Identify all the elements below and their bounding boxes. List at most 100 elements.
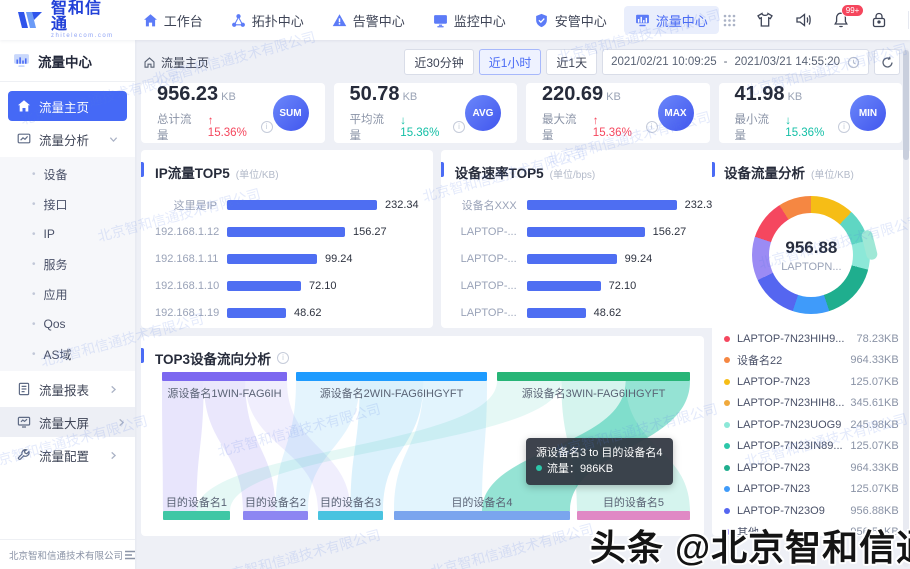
time-filter-2[interactable]: 近1天 xyxy=(546,49,597,75)
bar[interactable] xyxy=(527,227,645,237)
info-icon[interactable] xyxy=(277,352,289,364)
tooltip-title: 源设备名3 to 目的设备名4 xyxy=(536,445,663,461)
legend-device-value: 125.07KB xyxy=(850,440,898,452)
legend-device-name: LAPTOP-7N23UOG9 xyxy=(737,419,844,431)
nav-item-0[interactable]: 工作台 xyxy=(132,6,214,34)
app-logo[interactable]: 智和信通 zhitelecom.com xyxy=(0,1,124,39)
bar[interactable] xyxy=(527,200,677,210)
bar[interactable] xyxy=(527,254,617,264)
breadcrumb[interactable]: 流量主页 xyxy=(143,54,209,71)
donut-chart[interactable]: 956.88 LAPTOPN... xyxy=(752,196,870,314)
bar-category: LAPTOP-... xyxy=(455,280,527,292)
legend-row-4[interactable]: LAPTOP-7N23UOG9245.98KB xyxy=(724,414,899,436)
sankey-target-bar-2[interactable] xyxy=(318,511,383,520)
legend-row-5[interactable]: LAPTOP-7N23IN89...125.07KB xyxy=(724,436,899,458)
bar-value: 156.27 xyxy=(353,226,387,238)
monitor-icon xyxy=(433,13,448,28)
date-range-picker[interactable]: 2021/02/21 10:09:25 - 2021/03/21 14:55:2… xyxy=(602,49,869,75)
date-end: 2021/03/21 14:55:20 xyxy=(734,56,840,68)
legend-color-dot xyxy=(724,357,730,363)
logo-icon xyxy=(16,9,44,31)
sankey-target-label-4: 目的设备名5 xyxy=(603,495,664,509)
card-unit: (单位/bps) xyxy=(550,166,596,181)
company-name: 北京智和信通技术有限公司 xyxy=(9,548,123,562)
nav-item-2[interactable]: 告警中心 xyxy=(321,6,416,34)
security-icon xyxy=(534,13,549,28)
sidebar-subitem-6[interactable]: AS域 xyxy=(0,339,135,369)
announcement-speaker-icon[interactable] xyxy=(794,11,812,29)
scrollbar[interactable] xyxy=(903,48,909,567)
stat-label: 总计流量 xyxy=(157,111,203,143)
sidebar-item-1[interactable]: 流量分析 xyxy=(8,124,127,154)
divider xyxy=(908,11,909,29)
scrollbar-thumb[interactable] xyxy=(903,50,909,160)
bar-value: 72.10 xyxy=(309,280,337,292)
sankey-source-bar-1[interactable] xyxy=(296,372,487,381)
nav-item-5[interactable]: 流量中心 xyxy=(624,6,719,34)
sankey-target-bar-1[interactable] xyxy=(243,511,308,520)
info-icon[interactable] xyxy=(646,121,658,133)
bar[interactable] xyxy=(227,254,317,264)
sidebar-item-0[interactable]: 流量主页 xyxy=(8,91,127,121)
time-filter-0[interactable]: 近30分钟 xyxy=(404,49,473,75)
legend-row-0[interactable]: LAPTOP-7N23HIH9...78.23KB xyxy=(724,328,899,350)
info-icon[interactable] xyxy=(261,121,273,133)
bar-category: 192.168.1.10 xyxy=(155,280,227,292)
sankey-flow-0[interactable] xyxy=(162,381,204,511)
info-icon[interactable] xyxy=(838,121,850,133)
stat-unit: KB xyxy=(788,91,803,103)
sidebar-subitem-5[interactable]: Qos xyxy=(0,309,135,339)
legend-row-6[interactable]: LAPTOP-7N23964.33KB xyxy=(724,457,899,479)
stat-value: 956.23KB xyxy=(157,83,273,108)
legend-row-2[interactable]: LAPTOP-7N23125.07KB xyxy=(724,371,899,393)
logo-title: 智和信通 xyxy=(51,1,114,33)
sankey-target-bar-0[interactable] xyxy=(163,511,230,520)
bar-row-0: 这里是IP232.34 xyxy=(155,191,419,218)
stat-card-min: 41.98KB最小流量↓ 15.36%MIN xyxy=(719,83,903,143)
time-filter-1[interactable]: 近1小时 xyxy=(479,49,542,75)
sidebar-item-3[interactable]: 流量大屏 xyxy=(0,407,135,437)
card-title: TOP3设备流向分析 xyxy=(155,348,271,368)
stat-value: 50.78KB xyxy=(350,83,466,108)
tooltip-value: 986KB xyxy=(580,463,613,475)
bar[interactable] xyxy=(527,281,601,291)
sankey-source-bar-0[interactable] xyxy=(162,372,287,381)
legend-row-1[interactable]: 设备名22964.33KB xyxy=(724,350,899,372)
nav-item-3[interactable]: 监控中心 xyxy=(422,6,517,34)
sidebar-subitem-4[interactable]: 应用 xyxy=(0,279,135,309)
lock-icon[interactable] xyxy=(870,11,888,29)
theme-skin-icon[interactable] xyxy=(756,11,774,29)
bar-row-1: 192.168.1.12 156.27 xyxy=(155,218,419,245)
bar[interactable] xyxy=(227,281,301,291)
sankey-source-bar-2[interactable] xyxy=(497,372,690,381)
apps-grid-icon[interactable] xyxy=(723,14,736,27)
info-icon[interactable] xyxy=(453,121,465,133)
refresh-button[interactable] xyxy=(874,49,900,75)
sidebar-subitem-3[interactable]: 服务 xyxy=(0,249,135,279)
sidebar-item-4[interactable]: 流量配置 xyxy=(8,440,127,470)
device-flow-analysis-card: TOP3设备流向分析 源设备名1WIN-FAG6IH源设备名2WIN-FAG6I… xyxy=(141,336,704,536)
sankey-target-bar-3[interactable] xyxy=(394,511,570,520)
bar[interactable] xyxy=(227,308,286,318)
legend-row-7[interactable]: LAPTOP-7N23125.07KB xyxy=(724,479,899,501)
stat-change: ↑ 15.36% xyxy=(208,115,256,139)
collapse-sidebar-icon[interactable] xyxy=(123,548,137,562)
bar-category: 192.168.1.12 xyxy=(155,226,227,238)
stat-badge: AVG xyxy=(465,95,501,131)
sidebar-subitem-2[interactable]: IP xyxy=(0,219,135,249)
nav-item-4[interactable]: 安管中心 xyxy=(523,6,618,34)
donut-chart-wrap: 956.88 LAPTOPN... xyxy=(724,196,899,314)
bar-value: 99.24 xyxy=(325,253,353,265)
bar-value: 48.62 xyxy=(594,307,622,319)
sidebar-subitem-0[interactable]: 设备 xyxy=(0,159,135,189)
nav-item-1[interactable]: 拓扑中心 xyxy=(220,6,315,34)
sidebar-item-2[interactable]: 流量报表 xyxy=(8,374,127,404)
notifications-bell-icon[interactable]: 99+ xyxy=(832,11,850,29)
bar[interactable] xyxy=(227,227,345,237)
sidebar-subitem-1[interactable]: 接口 xyxy=(0,189,135,219)
bar[interactable] xyxy=(227,200,377,210)
stat-badge: MIN xyxy=(850,95,886,131)
legend-row-3[interactable]: LAPTOP-7N23HIH8...345.61KB xyxy=(724,393,899,415)
bar[interactable] xyxy=(527,308,586,318)
report-icon xyxy=(17,382,31,396)
